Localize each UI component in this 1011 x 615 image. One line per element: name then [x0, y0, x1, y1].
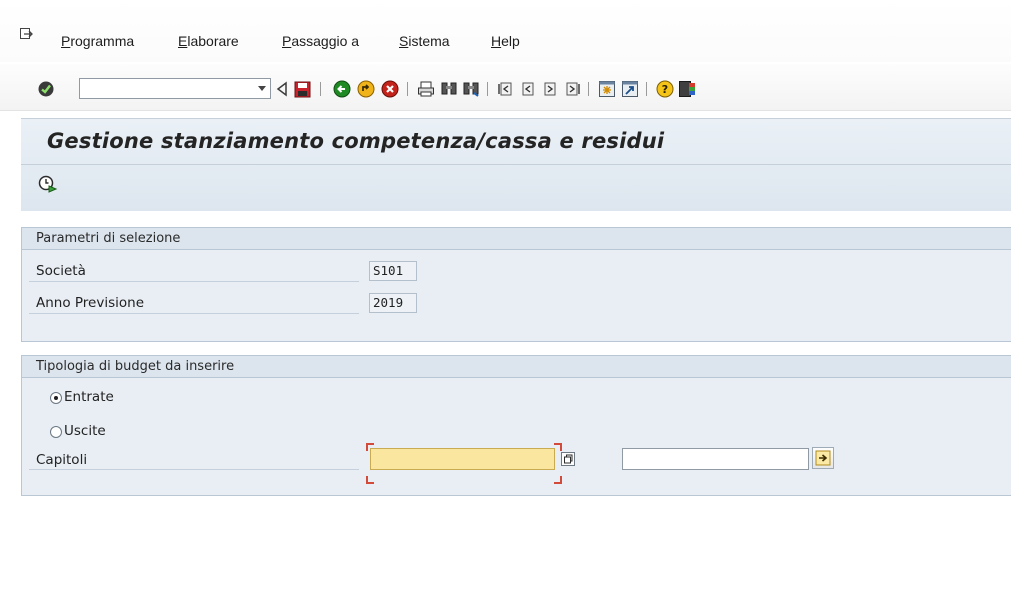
first-page-icon[interactable]: [497, 80, 515, 98]
budget-type-group: Tipologia di budget da inserire Entrate …: [21, 355, 1011, 496]
command-input[interactable]: [83, 80, 247, 99]
help-icon[interactable]: ?: [656, 80, 674, 98]
toolbar-separator: [588, 82, 589, 96]
print-icon[interactable]: [417, 80, 435, 98]
menu-elaborare[interactable]: Elaborare: [178, 33, 239, 49]
toolbar-separator: [320, 82, 321, 96]
company-label: Società: [36, 263, 86, 279]
company-label-box: Società: [29, 259, 359, 282]
shortcut-icon[interactable]: [621, 80, 639, 98]
selection-params-group: Parametri di selezione Società S101 Anno…: [21, 227, 1011, 342]
chapters-from-input[interactable]: [370, 448, 555, 470]
chevron-down-icon[interactable]: [258, 86, 266, 91]
year-label-box: Anno Previsione: [29, 291, 359, 314]
menu-passaggio-a[interactable]: Passaggio a: [282, 33, 359, 49]
toolbar-separator: [407, 82, 408, 96]
save-icon[interactable]: [293, 80, 311, 98]
page-title: Gestione stanziamento competenza/cassa e…: [47, 129, 665, 153]
find-next-icon[interactable]: [462, 80, 480, 98]
previous-page-icon[interactable]: [519, 80, 537, 98]
radio-entrate[interactable]: [50, 392, 62, 404]
radio-uscite[interactable]: [50, 426, 62, 438]
next-page-icon[interactable]: [541, 80, 559, 98]
menu-bar: Programma Elaborare Passaggio a Sistema …: [0, 0, 1011, 62]
command-field[interactable]: [79, 78, 271, 99]
menu-programma[interactable]: Programma: [61, 33, 134, 49]
radio-uscite-label: Uscite: [64, 423, 106, 439]
required-mark: [366, 476, 374, 484]
customize-layout-icon[interactable]: [678, 80, 696, 98]
chapters-label-box: Capitoli: [29, 447, 359, 470]
execute-icon[interactable]: [38, 174, 58, 194]
toolbar-separator: [646, 82, 647, 96]
required-mark: [554, 443, 562, 451]
chapters-label: Capitoli: [36, 452, 88, 468]
arrow-right-icon: [815, 450, 831, 466]
find-icon[interactable]: [440, 80, 458, 98]
radio-entrate-label: Entrate: [64, 389, 114, 405]
range-icon[interactable]: [561, 452, 575, 466]
standard-toolbar: ?: [0, 64, 1011, 111]
year-label: Anno Previsione: [36, 295, 145, 311]
menu-sistema[interactable]: Sistema: [399, 33, 450, 49]
new-session-icon[interactable]: [598, 80, 616, 98]
cancel-icon[interactable]: [381, 80, 399, 98]
back-icon[interactable]: [273, 80, 291, 98]
back-green-icon[interactable]: [333, 80, 351, 98]
screen-header: Gestione stanziamento competenza/cassa e…: [21, 118, 1011, 211]
toolbar-separator: [487, 82, 488, 96]
exit-icon[interactable]: [357, 80, 375, 98]
divider: [21, 164, 1011, 165]
svg-text:?: ?: [662, 83, 668, 96]
chapters-to-input[interactable]: [622, 448, 809, 470]
company-field: S101: [369, 261, 417, 281]
last-page-icon[interactable]: [563, 80, 581, 98]
menu-help[interactable]: Help: [491, 33, 520, 49]
multiple-selection-button[interactable]: [812, 447, 834, 469]
year-field: 2019: [369, 293, 417, 313]
menu-toggle-icon[interactable]: [20, 28, 34, 42]
enter-icon[interactable]: [37, 80, 55, 98]
group-header: Tipologia di budget da inserire: [22, 356, 1011, 378]
required-mark: [554, 476, 562, 484]
group-header: Parametri di selezione: [22, 228, 1011, 250]
